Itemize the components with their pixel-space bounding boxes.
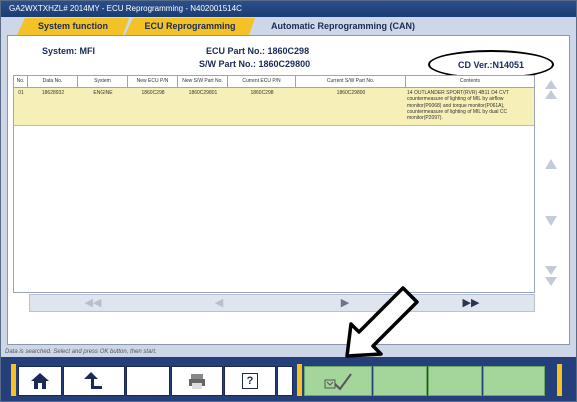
ecu-part-value: 1860C298	[267, 46, 310, 56]
help-button[interactable]: ?	[224, 366, 276, 396]
page-nav-bar: ◀◀ ◀ ▶ ▶▶	[29, 294, 535, 312]
cell-system: ENGINE	[93, 90, 113, 96]
scroll-bottom-icon[interactable]	[538, 261, 564, 295]
back-button[interactable]	[63, 366, 125, 396]
tab-bar: System function ECU Reprogramming Automa…	[7, 18, 570, 35]
cell-current-ecu: 1860C298	[250, 90, 274, 96]
status-text: Data is searched. Select and press OK bu…	[5, 349, 157, 355]
col-contents: Contents	[459, 78, 480, 84]
sw-part-label: S/W Part No.:	[199, 59, 257, 69]
app-window: GA2WXTXHZL# 2014MY - ECU Reprogramming -…	[0, 0, 577, 402]
toolbar-spacer	[277, 366, 293, 396]
sw-part-info: S/W Part No.: 1860C29800	[199, 59, 310, 69]
system-info: System: MFI	[42, 46, 95, 56]
col-current-ecu: Current ECU P/N	[228, 76, 296, 87]
system-value: MFI	[79, 46, 96, 56]
system-label: System:	[42, 46, 78, 56]
ok-check-icon	[324, 373, 352, 391]
cell-current-sw: 1860C29800	[336, 90, 366, 96]
ecu-part-info: ECU Part No.: 1860C298	[206, 46, 309, 56]
cell-new-ecu: 1860C298	[141, 90, 165, 96]
cell-data-no: 18628932	[41, 90, 65, 96]
ecu-part-label: ECU Part No.:	[206, 46, 266, 56]
col-no: No.	[14, 76, 28, 87]
col-new-ecu: New ECU P/N	[128, 76, 178, 87]
col-data-no: Data No.	[28, 76, 78, 87]
col-system: System	[78, 76, 128, 87]
back-icon	[84, 372, 102, 389]
nav-first-button[interactable]: ◀◀	[30, 295, 156, 311]
green-button-2[interactable]	[373, 366, 427, 396]
toolbar-accent-end	[557, 364, 562, 396]
help-icon: ?	[242, 373, 258, 389]
scroll-sidebar	[536, 75, 566, 315]
print-button[interactable]	[171, 366, 223, 396]
home-button[interactable]	[18, 366, 62, 396]
tab-automatic-reprogramming[interactable]: Automatic Reprogramming (CAN)	[259, 18, 441, 35]
col-new-sw: New S/W Part No.	[178, 76, 228, 87]
ok-button[interactable]	[304, 366, 372, 396]
toolbar-accent-right	[297, 364, 302, 396]
col-current-sw: Current S/W Part No.	[296, 76, 406, 87]
main-panel: System: MFI ECU Part No.: 1860C298 S/W P…	[7, 35, 570, 345]
nav-prev-button[interactable]: ◀	[156, 295, 282, 311]
cell-new-sw: 1860C29801	[188, 90, 218, 96]
scroll-down-icon[interactable]	[538, 210, 564, 240]
table-header: No. Data No. System New ECU P/N New S/W …	[14, 76, 534, 88]
scroll-top-icon[interactable]	[538, 75, 564, 109]
sw-part-value: 1860C29800	[258, 59, 311, 69]
table-row[interactable]: 01 18628932 ENGINE 1860C298 1860C29801 1…	[14, 88, 534, 126]
pointer-arrow-icon	[345, 286, 419, 358]
green-button-4[interactable]	[483, 366, 545, 396]
scroll-up-icon[interactable]	[538, 155, 564, 185]
cell-no: 01	[18, 90, 24, 96]
toolbar-accent-left	[11, 364, 16, 396]
print-icon	[189, 374, 205, 389]
toolbar-blank	[126, 366, 170, 396]
program-table: No. Data No. System New ECU P/N New S/W …	[13, 75, 535, 293]
home-icon	[31, 373, 49, 389]
tab-system-function[interactable]: System function	[17, 18, 129, 35]
tab-ecu-reprogramming[interactable]: ECU Reprogramming	[125, 18, 255, 35]
window-title: GA2WXTXHZL# 2014MY - ECU Reprogramming -…	[1, 1, 576, 17]
bottom-toolbar: ?	[1, 357, 576, 401]
cell-contents: 14 OUTLANDER SPORT(RVR) 4B11 D4 CVT coun…	[407, 90, 509, 122]
green-button-3[interactable]	[428, 366, 482, 396]
